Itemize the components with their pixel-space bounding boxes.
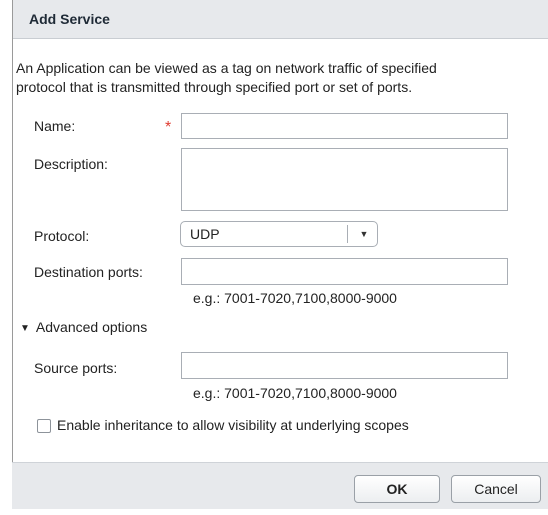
name-label: Name: [34,118,76,134]
source-ports-hint: e.g.: 7001-7020,7100,8000-9000 [193,385,397,401]
protocol-select-divider [347,225,348,243]
dialog-description-line-2: protocol that is transmitted through spe… [16,79,413,95]
triangle-down-icon: ▼ [20,323,30,334]
dialog-title-bar: Add Service [13,0,548,39]
ok-button[interactable]: OK [354,475,440,503]
source-ports-label: Source ports: [34,360,118,376]
advanced-options-label: Advanced options [35,319,148,335]
required-marker: * [165,119,172,136]
destination-ports-hint: e.g.: 7001-7020,7100,8000-9000 [193,290,397,306]
inheritance-label: Enable inheritance to allow visibility a… [57,417,409,433]
name-field[interactable] [181,113,508,139]
dialog-description: An Application can be viewed as a tag on… [16,59,516,97]
protocol-selected-value: UDP [190,226,220,242]
source-ports-field[interactable] [181,352,508,379]
description-label: Description: [34,156,108,172]
dialog-description-line-1: An Application can be viewed as a tag on… [16,60,437,76]
destination-ports-field[interactable] [181,258,508,285]
destination-ports-label: Destination ports: [34,264,143,280]
description-field[interactable] [181,148,508,211]
protocol-select[interactable]: UDP ▼ [180,221,378,247]
dialog-title: Add Service [29,11,110,27]
inheritance-checkbox[interactable] [37,419,51,433]
protocol-label: Protocol: [34,228,90,244]
advanced-options-toggle[interactable]: ▼ Advanced options [20,319,147,335]
cancel-button[interactable]: Cancel [451,475,541,503]
chevron-down-icon[interactable]: ▼ [354,226,374,242]
